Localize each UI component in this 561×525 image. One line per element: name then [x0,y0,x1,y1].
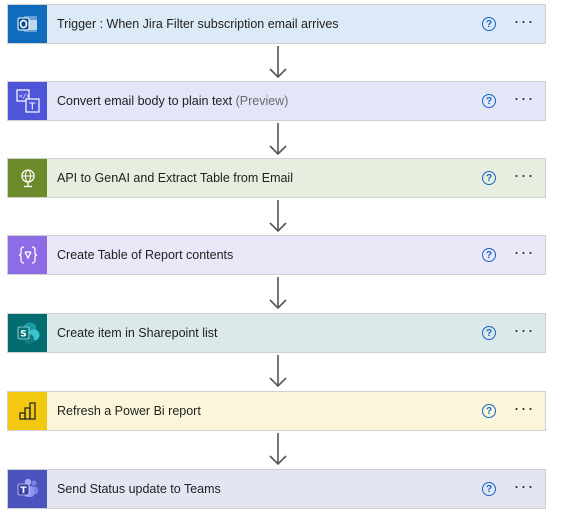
flow-step-create-table[interactable]: Create Table of Report contents ? ··· [7,235,546,275]
help-icon[interactable]: ? [482,17,496,31]
arrow-down-icon [269,123,287,156]
svg-text:S: S [20,330,26,340]
help-icon[interactable]: ? [482,482,496,496]
step-title: API to GenAI and Extract Table from Emai… [57,171,293,185]
preview-tag: (Preview) [235,94,289,108]
outlook-icon [8,5,47,43]
flow-step-genai-api[interactable]: API to GenAI and Extract Table from Emai… [7,158,546,198]
flow-step-convert-email[interactable]: </> T Convert email body to plain text (… [7,81,546,121]
more-options-icon[interactable]: ··· [513,399,535,419]
help-icon[interactable]: ? [482,404,496,418]
more-options-icon[interactable]: ··· [513,89,535,109]
svg-text:T: T [28,102,36,113]
more-options-icon[interactable]: ··· [513,12,535,32]
step-title: Send Status update to Teams [57,482,221,496]
help-icon[interactable]: ? [482,171,496,185]
more-options-icon[interactable]: ··· [513,166,535,186]
teams-icon: T [8,470,47,508]
flow-step-sharepoint[interactable]: S Create item in Sharepoint list ? ··· [7,313,546,353]
help-icon[interactable]: ? [482,326,496,340]
arrow-down-icon [269,46,287,79]
more-options-icon[interactable]: ··· [513,243,535,263]
step-title: Trigger : When Jira Filter subscription … [57,17,339,31]
more-options-icon[interactable]: ··· [513,477,535,497]
help-icon[interactable]: ? [482,94,496,108]
more-options-icon[interactable]: ··· [513,321,535,341]
html-to-text-icon: </> T [8,82,47,120]
flow-step-trigger[interactable]: Trigger : When Jira Filter subscription … [7,4,546,44]
sharepoint-icon: S [8,314,47,352]
step-title: Create Table of Report contents [57,248,234,262]
http-globe-icon [8,159,47,197]
flow-step-power-bi[interactable]: Refresh a Power Bi report ? ··· [7,391,546,431]
help-icon[interactable]: ? [482,248,496,262]
arrow-down-icon [269,277,287,310]
step-title: Refresh a Power Bi report [57,404,201,418]
svg-text:T: T [20,486,27,496]
power-bi-icon [8,392,47,430]
data-operation-icon [8,236,47,274]
step-title: Convert email body to plain text (Previe… [57,94,289,108]
arrow-down-icon [269,355,287,388]
step-title: Create item in Sharepoint list [57,326,218,340]
arrow-down-icon [269,433,287,466]
arrow-down-icon [269,200,287,233]
flow-step-teams[interactable]: T Send Status update to Teams ? ··· [7,469,546,509]
